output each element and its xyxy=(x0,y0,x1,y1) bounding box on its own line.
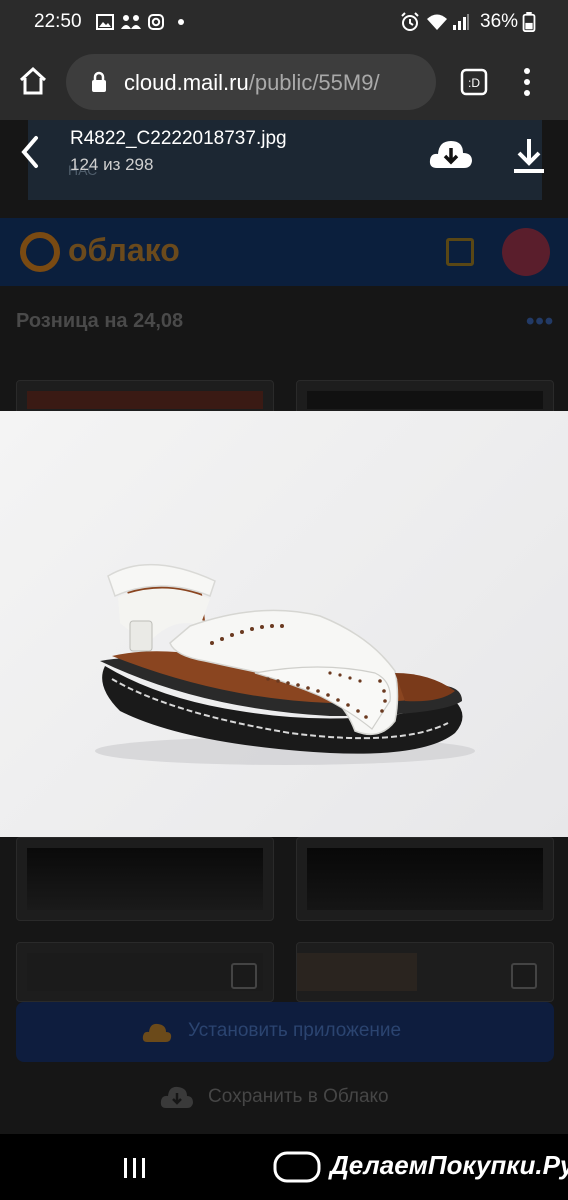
cloud-logo-text: облако xyxy=(68,232,180,268)
dot-icon xyxy=(178,19,184,25)
instagram-icon xyxy=(148,14,164,30)
back-chevron-icon[interactable] xyxy=(16,132,46,172)
system-nav-bar: ДелаемПокупки.Ру xyxy=(0,1134,568,1200)
product-photo[interactable] xyxy=(0,411,568,837)
status-time: 22:50 xyxy=(34,11,82,32)
file-name: R4822_C2222018737.jpg xyxy=(70,128,287,149)
more-dots-icon[interactable]: ••• xyxy=(526,308,554,336)
battery-icon xyxy=(522,12,536,32)
signal-icon xyxy=(453,14,469,30)
file-counter: 124 из 298 xyxy=(70,155,154,174)
url-text: cloud.mail.ru/public/55M9/ xyxy=(124,70,380,96)
install-app-label: Установить приложение xyxy=(188,1020,402,1041)
home-icon[interactable] xyxy=(18,66,48,96)
file-thumbnail xyxy=(27,953,263,991)
home-pill-icon[interactable] xyxy=(272,1150,322,1184)
file-thumbnail xyxy=(307,848,543,910)
file-card[interactable] xyxy=(296,837,554,921)
avatar[interactable] xyxy=(502,228,550,276)
svg-text::D: :D xyxy=(468,76,480,90)
file-card[interactable] xyxy=(16,942,274,1002)
cloud-download-icon[interactable] xyxy=(428,136,474,172)
watermark: ДелаемПокупки.Ру xyxy=(330,1150,568,1180)
recent-apps-icon[interactable] xyxy=(122,1156,148,1180)
install-app-button[interactable]: Установить приложение xyxy=(16,1002,554,1062)
address-bar[interactable]: cloud.mail.ru/public/55M9/ xyxy=(66,54,436,110)
file-thumbnail xyxy=(27,848,263,910)
url-host: cloud.mail.ru xyxy=(124,70,249,95)
sandal-illustration xyxy=(95,563,475,765)
tab-switcher-icon[interactable]: :D xyxy=(460,68,488,96)
gift-icon[interactable] xyxy=(446,238,474,266)
select-checkbox[interactable] xyxy=(231,963,257,989)
file-card[interactable] xyxy=(16,837,274,921)
file-thumbnail xyxy=(307,391,543,409)
cloud-save-icon[interactable] xyxy=(160,1082,194,1112)
file-card[interactable] xyxy=(296,942,554,1002)
cloud-header: облако xyxy=(0,218,568,286)
lock-icon xyxy=(92,71,106,92)
battery-percent: 36% xyxy=(480,11,519,32)
browser-toolbar: cloud.mail.ru/public/55M9/ :D xyxy=(0,44,568,120)
mail-at-logo-icon xyxy=(20,232,60,272)
alarm-icon xyxy=(401,12,419,31)
url-path: /public/55M9/ xyxy=(248,70,380,95)
download-icon[interactable] xyxy=(510,136,548,176)
people-icon xyxy=(121,15,141,29)
folder-title: Розница на 24,08 xyxy=(16,310,184,332)
viewer-header: R4822_C2222018737.jpg 124 из 298 xyxy=(0,120,568,200)
menu-dots-icon[interactable] xyxy=(520,66,534,98)
image-icon xyxy=(96,14,114,30)
select-checkbox[interactable] xyxy=(511,963,537,989)
file-thumbnail xyxy=(27,391,263,409)
save-to-cloud-button[interactable]: Сохранить в Облако xyxy=(208,1086,389,1108)
cloud-app-icon xyxy=(142,1023,172,1042)
status-bar: 22:50 36% xyxy=(0,0,568,44)
file-thumbnail xyxy=(297,953,417,991)
wifi-icon xyxy=(427,14,447,30)
